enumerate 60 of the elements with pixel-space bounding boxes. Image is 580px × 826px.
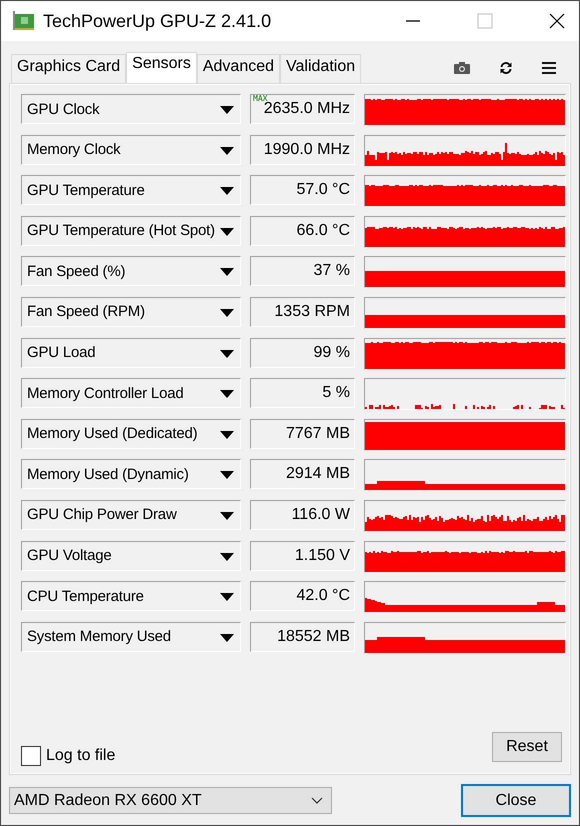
sensor-value: 1.150 V — [294, 546, 350, 565]
caret-icon — [220, 430, 234, 439]
sensor-value: 66.0 °C — [296, 222, 350, 240]
caret-icon — [220, 593, 234, 602]
tab[interactable]: Validation — [280, 54, 362, 83]
caret-icon — [220, 350, 234, 358]
sensor-dropdown[interactable]: GPU Chip Power Draw — [21, 500, 241, 530]
caret-icon — [220, 228, 234, 236]
checkbox-label[interactable]: Log to file — [46, 747, 116, 765]
caret-icon — [220, 512, 234, 520]
tab[interactable]: Graphics Card — [11, 54, 126, 83]
max-label: MAX — [253, 94, 268, 103]
sensor-dropdown[interactable]: GPU Clock — [21, 94, 241, 124]
sensor-dropdown[interactable]: Memory Used (Dedicated) — [21, 418, 241, 449]
sensor-value: 37 % — [314, 262, 350, 280]
sensor-value: 2635.0 MHz — [264, 100, 350, 118]
window-title: TechPowerUp GPU-Z 2.41.0 — [43, 10, 272, 32]
close-button[interactable]: Close — [461, 784, 571, 817]
sensor-dropdown[interactable]: Memory Used (Dynamic) — [21, 459, 241, 490]
caret-icon — [220, 552, 234, 561]
sensor-dropdown[interactable]: GPU Temperature (Hot Spot) — [21, 216, 241, 246]
caret-icon — [220, 187, 234, 196]
menu-icon[interactable] — [541, 61, 557, 75]
sensor-value: 99 % — [314, 344, 350, 362]
sensor-dropdown[interactable]: Fan Speed (RPM) — [21, 296, 241, 327]
caret-icon — [220, 146, 234, 155]
caret-icon — [220, 390, 234, 398]
chevron-icon — [311, 797, 323, 804]
tab[interactable]: Advanced — [196, 54, 280, 83]
refresh-icon[interactable] — [499, 61, 513, 75]
sensor-dropdown[interactable]: Memory Controller Load — [21, 378, 241, 408]
sensor-dropdown[interactable]: Memory Clock — [21, 134, 241, 165]
graphics-card-icon — [13, 11, 35, 31]
caret-icon — [220, 471, 234, 480]
sensor-value: 116.0 W — [292, 506, 350, 524]
close-icon[interactable] — [549, 13, 565, 29]
sensor-dropdown[interactable]: System Memory Used — [21, 622, 241, 652]
sensor-value: 2914 MB — [286, 465, 350, 484]
sensor-value: 1353 RPM — [274, 302, 350, 321]
caret-icon — [220, 106, 234, 114]
sensor-value: 42.0 °C — [296, 587, 350, 606]
sensor-value: 7767 MB — [286, 424, 350, 443]
caret-icon — [220, 268, 234, 276]
caret-icon — [220, 308, 234, 317]
sensor-dropdown[interactable]: GPU Temperature — [21, 175, 241, 206]
sensor-dropdown[interactable]: GPU Load — [21, 338, 241, 368]
sensor-dropdown[interactable]: Fan Speed (%) — [21, 256, 241, 286]
maximize-icon — [477, 13, 493, 29]
sensor-value: 1990.0 MHz — [264, 140, 350, 159]
camera-icon[interactable] — [453, 61, 471, 75]
gpu-select[interactable]: AMD Radeon RX 6600 XT — [9, 787, 332, 814]
sensor-dropdown[interactable]: CPU Temperature — [21, 581, 241, 612]
tab[interactable]: Sensors — [126, 52, 197, 83]
sensor-dropdown[interactable]: GPU Voltage — [21, 540, 241, 571]
sensor-value: 5 % — [322, 384, 350, 402]
caret-icon — [220, 634, 234, 642]
sensor-value: 18552 MB — [277, 628, 350, 646]
checkbox[interactable] — [21, 746, 41, 766]
reset-button[interactable]: Reset — [492, 732, 562, 762]
sensor-value: 57.0 °C — [296, 181, 350, 200]
